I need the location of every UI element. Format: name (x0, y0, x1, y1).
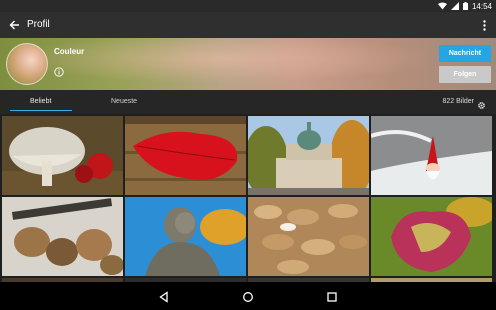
wifi-icon (437, 2, 447, 10)
battery-icon (462, 2, 468, 10)
system-nav-bar (0, 282, 496, 310)
mushroom-photo[interactable] (2, 116, 123, 195)
gear-icon[interactable] (477, 97, 486, 109)
status-icons: 14:54 (437, 0, 492, 12)
profile-header: Couleur (0, 38, 496, 90)
statue-photo[interactable] (125, 197, 246, 276)
walnuts-photo[interactable] (2, 197, 123, 276)
image-count: 822 Bilder (442, 98, 474, 105)
avatar[interactable] (6, 43, 48, 85)
follow-button[interactable]: Folgen (439, 66, 491, 83)
info-icon[interactable] (54, 64, 64, 77)
tab-popular[interactable]: Beliebt (30, 98, 51, 105)
nav-home-icon[interactable] (242, 290, 254, 302)
image-grid (0, 114, 496, 282)
nav-back-icon[interactable] (158, 290, 170, 303)
signal-icon (450, 2, 459, 10)
app-bar: Profil (0, 12, 496, 38)
domed-building-photo[interactable] (248, 116, 369, 195)
arrow-back-icon[interactable] (6, 17, 22, 33)
more-vert-icon[interactable] (478, 17, 490, 33)
peanuts-photo[interactable] (248, 197, 369, 276)
profile-name: Couleur (54, 47, 85, 56)
winter-gnome-photo[interactable] (371, 116, 492, 195)
clock: 14:54 (471, 1, 492, 11)
tab-newest[interactable]: Neueste (111, 98, 137, 105)
nav-recents-icon[interactable] (326, 290, 338, 302)
vine-leaf-photo[interactable] (371, 197, 492, 276)
active-tab-indicator (10, 110, 72, 111)
page-title: Profil (27, 19, 50, 30)
message-button[interactable]: Nachricht (439, 45, 491, 62)
status-bar: 14:54 (0, 0, 496, 12)
red-leaf-photo[interactable] (125, 116, 246, 195)
tab-bar: Beliebt Neueste 822 Bilder (0, 90, 496, 114)
